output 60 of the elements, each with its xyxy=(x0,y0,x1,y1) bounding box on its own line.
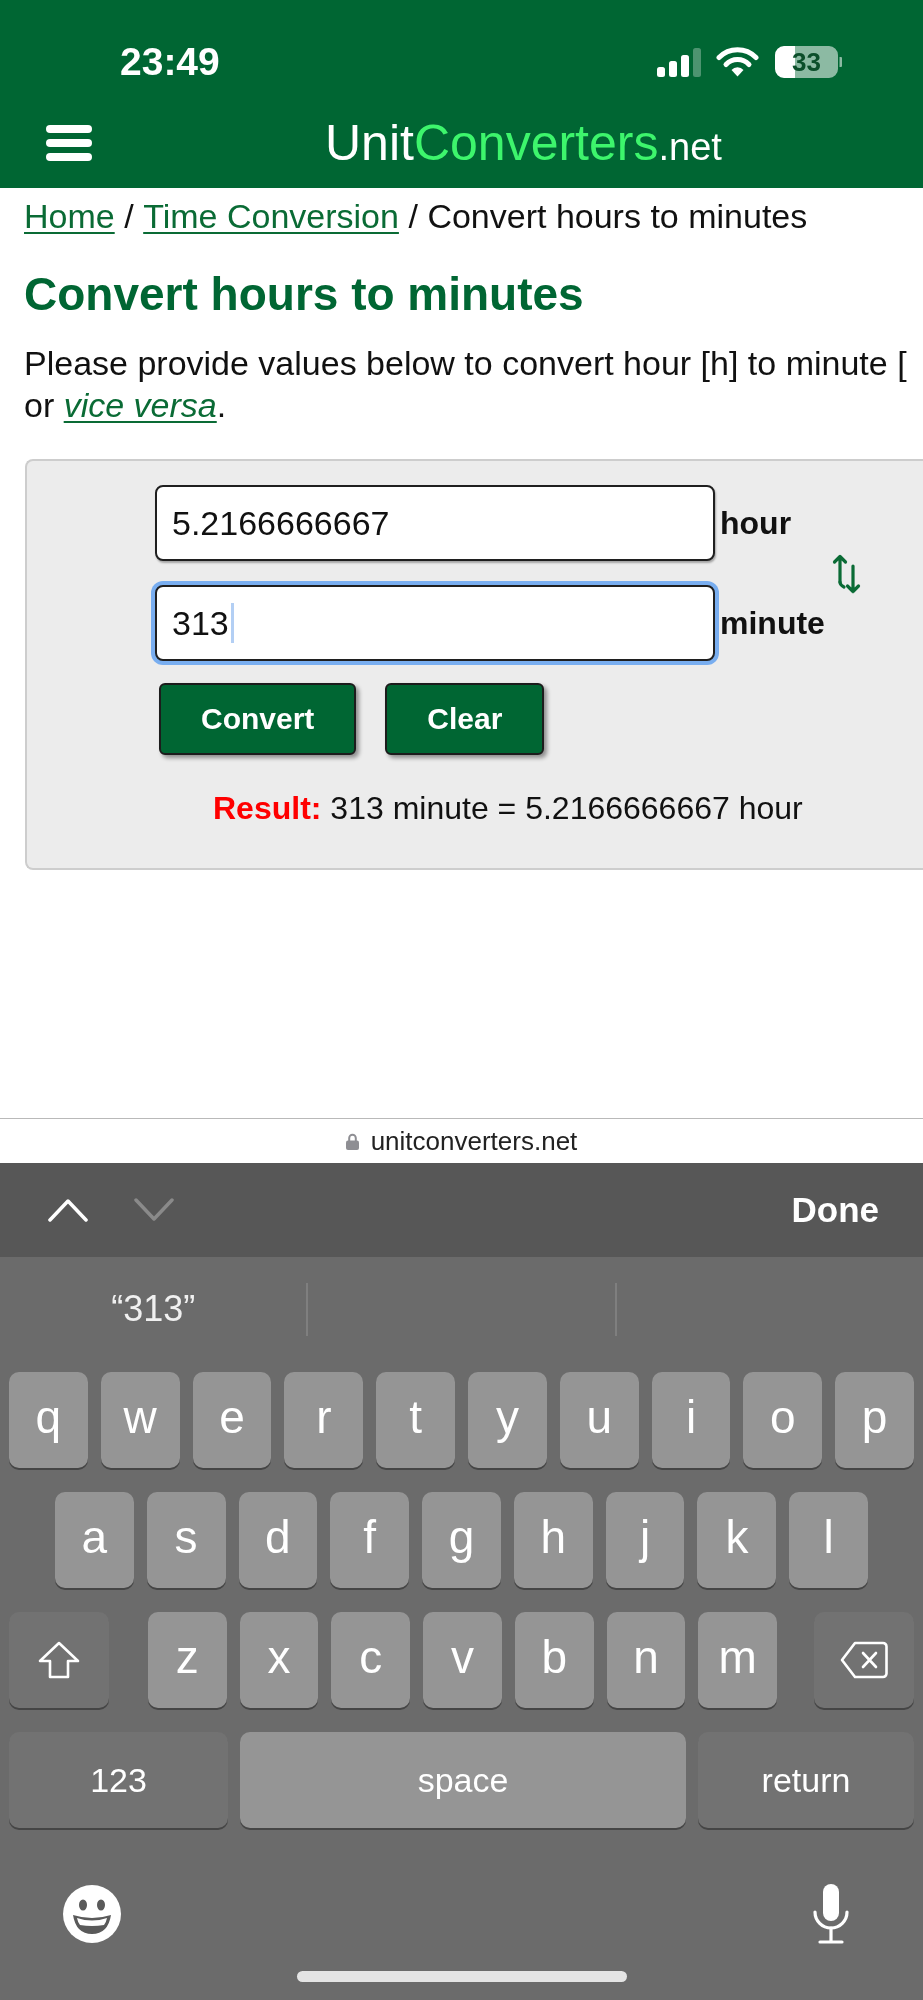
keyboard-key[interactable]: b xyxy=(514,1612,594,1708)
backspace-icon xyxy=(840,1641,888,1679)
keyboard-key[interactable]: x xyxy=(239,1612,319,1708)
menu-icon[interactable] xyxy=(46,125,92,161)
number-input[interactable]: 313 xyxy=(151,581,719,665)
keyboard-key[interactable]: r xyxy=(284,1372,364,1468)
keyboard-key[interactable]: y xyxy=(468,1372,547,1468)
keyboard-key[interactable]: d xyxy=(238,1492,318,1588)
number-input[interactable]: 5.2166666667 xyxy=(155,485,715,561)
keyboard-key[interactable]: u xyxy=(559,1372,639,1468)
keyboard-key[interactable]: f xyxy=(330,1492,410,1588)
result-text: Result: 313 minute = 5.2166666667 hour xyxy=(213,789,803,827)
keyboard-key[interactable]: p xyxy=(835,1372,914,1468)
keyboard-key[interactable]: g xyxy=(422,1492,501,1588)
status-time: 23:49 xyxy=(120,44,220,80)
keyboard-key[interactable]: n xyxy=(606,1612,686,1708)
return-key[interactable]: return xyxy=(698,1732,914,1828)
page-title: Convert hours to minutes xyxy=(24,267,585,321)
keyboard-key[interactable]: q xyxy=(9,1372,88,1468)
suggestion-item[interactable]: “313” xyxy=(111,1288,196,1330)
wifi-icon xyxy=(716,47,759,77)
vice-versa-link[interactable]: vice versa xyxy=(63,386,217,424)
keyboard-key[interactable]: t xyxy=(376,1372,455,1468)
keyboard-key[interactable]: v xyxy=(423,1612,502,1708)
numbers-key[interactable]: 123 xyxy=(9,1732,228,1828)
shift-key[interactable] xyxy=(9,1612,109,1708)
breadcrumb-separator: / xyxy=(124,196,134,237)
breadcrumb-current: Convert hours to minutes xyxy=(427,196,808,237)
keyboard-key[interactable]: a xyxy=(54,1492,134,1588)
keyboard-key[interactable]: j xyxy=(605,1492,685,1588)
site-logo[interactable]: UnitConverters.net xyxy=(325,118,722,172)
emoji-icon[interactable] xyxy=(62,1884,122,1944)
space-key[interactable]: space xyxy=(240,1732,686,1828)
keyboard-key[interactable]: w xyxy=(100,1372,180,1468)
breadcrumb-separator: / xyxy=(408,196,418,237)
keyboard-key[interactable]: l xyxy=(789,1492,869,1588)
swap-arrows-icon[interactable] xyxy=(832,554,862,594)
unit-label: hour xyxy=(720,504,792,542)
keyboard-key[interactable]: i xyxy=(651,1372,731,1468)
text-cursor-icon xyxy=(230,603,234,643)
delete-key[interactable] xyxy=(814,1612,914,1708)
done-button[interactable]: Done xyxy=(791,1190,879,1230)
keyboard-key[interactable]: h xyxy=(513,1492,593,1588)
lock-icon xyxy=(345,1132,359,1150)
keyboard-key[interactable]: k xyxy=(697,1492,777,1588)
keyboard-key[interactable]: z xyxy=(148,1612,227,1708)
convert-button[interactable]: Convert xyxy=(159,683,357,755)
intro-text: Please provide values below to convert hour [h] to minute [ or vice versa. xyxy=(24,343,908,426)
signal-icon xyxy=(657,47,701,77)
chevron-up-icon[interactable] xyxy=(48,1198,88,1222)
keyboard-key[interactable]: o xyxy=(743,1372,823,1468)
clear-button[interactable]: Clear xyxy=(385,683,545,755)
breadcrumb-link[interactable]: Time Conversion xyxy=(143,195,399,237)
keyboard-key[interactable]: m xyxy=(698,1612,777,1708)
microphone-icon[interactable] xyxy=(811,1884,851,1944)
keyboard-key[interactable]: s xyxy=(146,1492,226,1588)
keyboard-key[interactable]: e xyxy=(192,1372,272,1468)
keyboard-key[interactable]: c xyxy=(331,1612,411,1708)
unit-label: minute xyxy=(720,604,825,642)
breadcrumb-link[interactable]: Home xyxy=(24,195,115,237)
